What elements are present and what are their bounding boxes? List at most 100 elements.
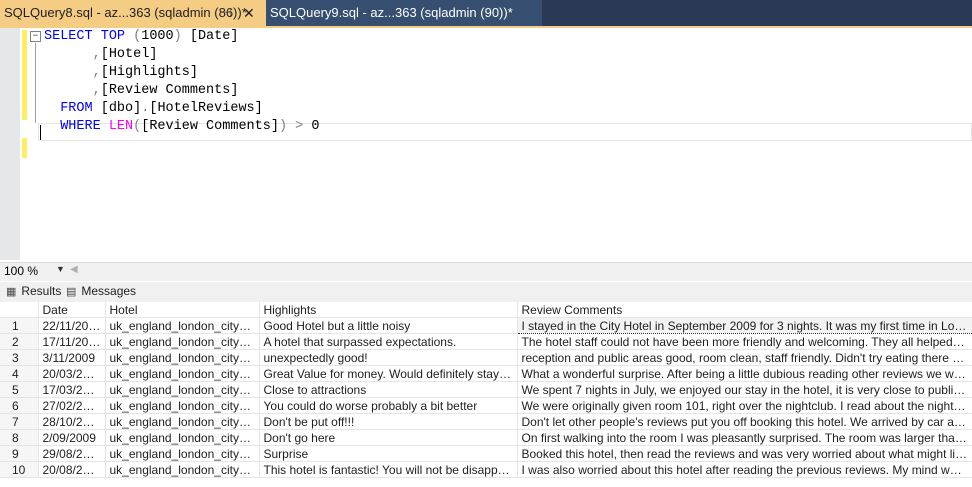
table-row[interactable]: 3 3/11/2009 uk_england_london_city_hotel un… [0, 349, 972, 366]
cell-highlights[interactable]: This hotel is fantastic! You will not be… [259, 461, 518, 478]
text-cursor [40, 125, 41, 140]
table-row[interactable]: 10 20/08/2009 uk_england_london_city_hotel… [0, 461, 972, 478]
code-line[interactable]: WHERE LEN([Review Comments]) > 0 [44, 118, 319, 136]
cell-hotel[interactable]: uk_england_london_city_hotel [105, 317, 260, 334]
cell-hotel[interactable]: uk_england_london_city_hotel [105, 429, 260, 446]
cell-hotel[interactable]: uk_england_london_city_hotel [105, 397, 260, 414]
query-editor[interactable]: − SELECT TOP (1000) [Date] ,[Hotel] ,[Hi… [0, 28, 972, 260]
table-row[interactable]: 4 20/03/2009 uk_england_london_city_hotel G… [0, 365, 972, 382]
column-header-review-comments[interactable]: Review Comments [517, 302, 972, 318]
row-number[interactable]: 7 [0, 413, 39, 430]
cell-highlights[interactable]: A hotel that surpassed expectations. [259, 333, 518, 350]
row-number[interactable]: 2 [0, 333, 39, 350]
row-number[interactable]: 8 [0, 429, 39, 446]
cell-date[interactable]: 20/03/2009 [38, 365, 106, 382]
cell-date[interactable]: 22/11/2009 [38, 317, 106, 334]
cell-highlights[interactable]: Don't be put off!!! [259, 413, 518, 430]
code-line[interactable]: ,[Highlights] [44, 64, 198, 82]
cell-hotel[interactable]: uk_england_london_city_hotel [105, 365, 260, 382]
code-token: [Review Comments] [100, 83, 239, 98]
tab-sqlquery8[interactable]: SQLQuery8.sql - az...363 (sqladmin (86))… [0, 0, 270, 26]
cell-highlights[interactable]: unexpectedly good! [259, 349, 518, 366]
cell-hotel[interactable]: uk_england_london_city_hotel [105, 381, 260, 398]
cell-review-comments[interactable]: reception and public areas good, room cl… [517, 349, 972, 366]
table-row[interactable]: 5 17/03/2009 uk_england_london_city_hotel C… [0, 381, 972, 398]
code-token: [Date] [189, 29, 239, 44]
cell-highlights[interactable]: Surprise [259, 445, 518, 462]
row-number[interactable]: 1 [0, 317, 39, 334]
cell-date[interactable]: 28/10/2009 [38, 413, 106, 430]
cell-highlights[interactable]: Don't go here [259, 429, 518, 446]
cell-review-comments[interactable]: Don't let other people's reviews put you… [517, 413, 972, 430]
row-number[interactable]: 6 [0, 397, 39, 414]
table-row[interactable]: 8 2/09/2009 uk_england_london_city_hotel Do… [0, 429, 972, 446]
cell-review-comments[interactable]: What a wonderful surprise. After being a… [517, 365, 972, 382]
cell-highlights[interactable]: Great Value for money. Would definitely … [259, 365, 518, 382]
cell-date[interactable]: 17/03/2009 [38, 381, 106, 398]
row-number[interactable]: 3 [0, 349, 39, 366]
cell-review-comments[interactable]: The hotel staff could not have been more… [517, 333, 972, 350]
code-line[interactable]: ,[Hotel] [44, 46, 158, 64]
code-token: LEN [108, 119, 134, 134]
cell-highlights[interactable]: You could do worse probably a bit better [259, 397, 518, 414]
change-indicator [22, 30, 27, 120]
tab-sqlquery9[interactable]: SQLQuery9.sql - az...363 (sqladmin (90))… [266, 0, 542, 26]
grid-header-row: Date Hotel Highlights Review Comments [0, 302, 972, 318]
cell-hotel[interactable]: uk_england_london_city_hotel [105, 461, 260, 478]
code-token: 0 [311, 119, 320, 134]
column-header-date[interactable]: Date [38, 302, 106, 318]
code-line[interactable]: ,[Review Comments] [44, 82, 239, 100]
code-token: WHERE [44, 119, 109, 134]
table-row[interactable]: 2 17/11/2009 uk_england_london_city_hotel A… [0, 333, 972, 350]
zoom-level[interactable]: 100 % [4, 264, 38, 278]
cell-review-comments[interactable]: Booked this hotel, then read the reviews… [517, 445, 972, 462]
scroll-left-icon[interactable]: ◀ [70, 264, 78, 275]
editor-gutter [0, 28, 20, 260]
cell-review-comments[interactable]: I stayed in the City Hotel in September … [516, 317, 972, 334]
results-tab-strip: ▦ Results ▤ Messages [0, 282, 972, 302]
cell-hotel[interactable]: uk_england_london_city_hotel [105, 445, 260, 462]
cell-review-comments[interactable]: We spent 7 nights in July, we enjoyed ou… [517, 381, 972, 398]
tab-messages[interactable]: ▤ Messages [66, 284, 136, 298]
messages-icon: ▤ [66, 286, 77, 298]
code-token: SELECT [44, 29, 101, 44]
code-line[interactable]: SELECT TOP (1000) [Date] [44, 28, 238, 46]
tab-title: SQLQuery9.sql - az...363 (sqladmin (90))… [270, 5, 513, 20]
table-row[interactable]: 1 22/11/2009 uk_england_london_city_hotel G… [0, 317, 972, 334]
cell-review-comments[interactable]: We were originally given room 101, right… [517, 397, 972, 414]
column-header-hotel[interactable]: Hotel [105, 302, 260, 318]
tab-results[interactable]: ▦ Results [6, 284, 61, 298]
table-row[interactable]: 9 29/08/2009 uk_england_london_city_hotel S… [0, 445, 972, 462]
row-number[interactable]: 9 [0, 445, 39, 462]
pin-icon[interactable]: ⊣ [222, 0, 232, 26]
tab-results-label: Results [21, 284, 62, 298]
close-icon[interactable]: ✕ [243, 0, 255, 26]
table-row[interactable]: 6 27/02/2009 uk_england_london_city_hotel Y… [0, 397, 972, 414]
row-number[interactable]: 4 [0, 365, 39, 382]
cell-hotel[interactable]: uk_england_london_city_hotel [105, 333, 260, 350]
code-token: [HotelReviews] [149, 101, 263, 116]
cell-highlights[interactable]: Close to attractions [259, 381, 518, 398]
cell-hotel[interactable]: uk_england_london_city_hotel [105, 413, 260, 430]
code-token: ) [173, 29, 190, 44]
cell-date[interactable]: 20/08/2009 [38, 461, 106, 478]
cell-date[interactable]: 3/11/2009 [38, 349, 106, 366]
cell-review-comments[interactable]: On first walking into the room I was ple… [517, 429, 972, 446]
row-number[interactable]: 5 [0, 381, 39, 398]
row-number[interactable]: 10 [0, 461, 39, 478]
cell-review-comments[interactable]: I was also worried about this hotel afte… [517, 461, 972, 478]
column-header-highlights[interactable]: Highlights [259, 302, 518, 318]
cell-date[interactable]: 27/02/2009 [38, 397, 106, 414]
code-line[interactable]: FROM [dbo].[HotelReviews] [44, 100, 263, 118]
chevron-down-icon[interactable]: ▼ [56, 264, 65, 274]
change-indicator [22, 138, 27, 158]
code-token: , [44, 65, 101, 80]
code-token: [dbo] [100, 101, 142, 116]
cell-hotel[interactable]: uk_england_london_city_hotel [105, 349, 260, 366]
cell-date[interactable]: 17/11/2009 [38, 333, 106, 350]
cell-date[interactable]: 29/08/2009 [38, 445, 106, 462]
cell-date[interactable]: 2/09/2009 [38, 429, 106, 446]
cell-highlights[interactable]: Good Hotel but a little noisy [259, 317, 518, 334]
collapse-icon[interactable]: − [30, 31, 41, 42]
table-row[interactable]: 7 28/10/2009 uk_england_london_city_hotel D… [0, 413, 972, 430]
